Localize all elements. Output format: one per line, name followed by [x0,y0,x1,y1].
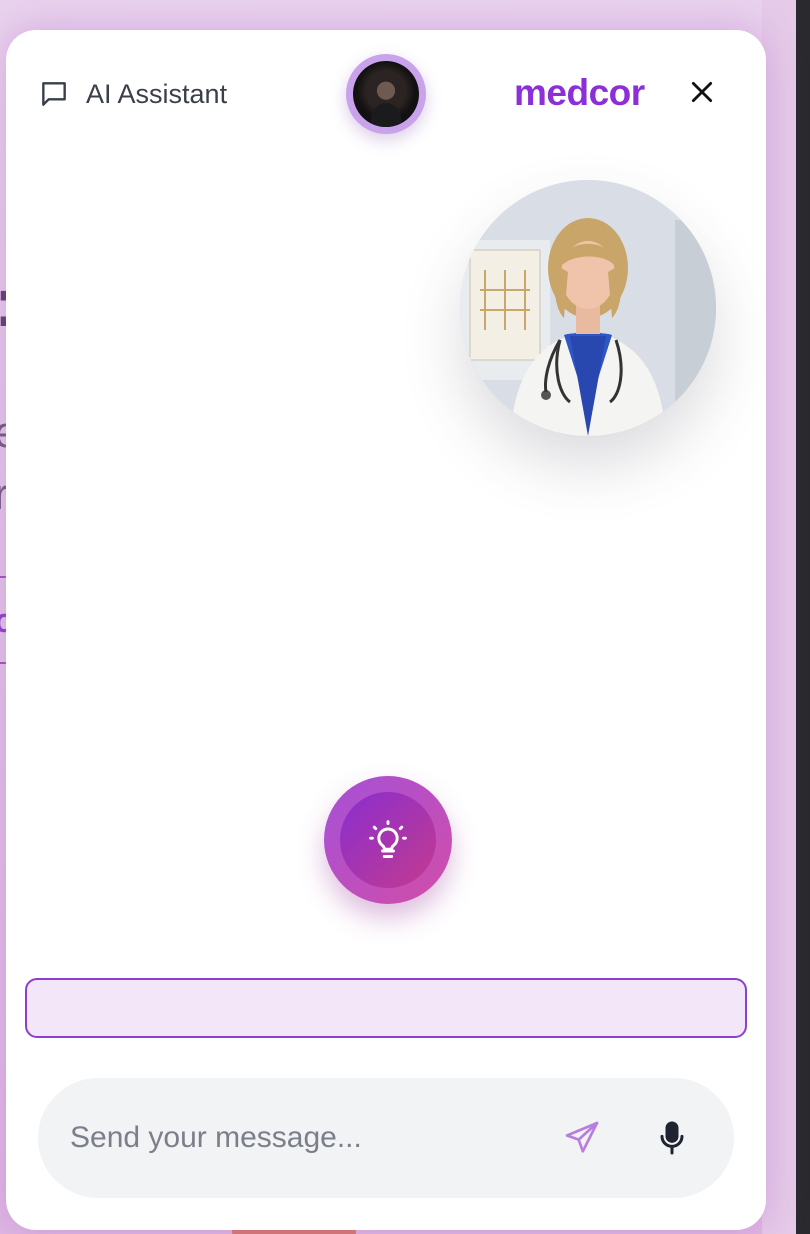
message-input[interactable] [70,1114,530,1162]
microphone-button[interactable] [652,1118,692,1158]
suggestions-button[interactable] [324,776,452,904]
brand-logo: medcor [514,72,645,113]
user-avatar-image [353,61,419,127]
assistant-title: AI Assistant [38,78,227,110]
chat-widget: AI Assistant medcor [6,30,766,1230]
background-dark-edge [796,0,810,1234]
close-button[interactable] [686,76,718,108]
suggestions-button-core [340,792,436,888]
message-composer [38,1078,734,1198]
close-icon [691,81,713,103]
suggestion-box[interactable] [25,978,747,1038]
send-button[interactable] [562,1118,602,1158]
chat-bubble-icon [42,82,66,106]
user-avatar[interactable] [346,54,426,134]
doctor-avatar [460,180,716,436]
widget-header: AI Assistant medcor [6,30,766,160]
assistant-title-text: AI Assistant [86,78,228,109]
lightbulb-icon [369,820,407,858]
background-edge [762,0,796,1234]
microphone-icon [660,1121,684,1155]
doctor-portrait-image [460,180,716,436]
send-icon [565,1121,599,1153]
